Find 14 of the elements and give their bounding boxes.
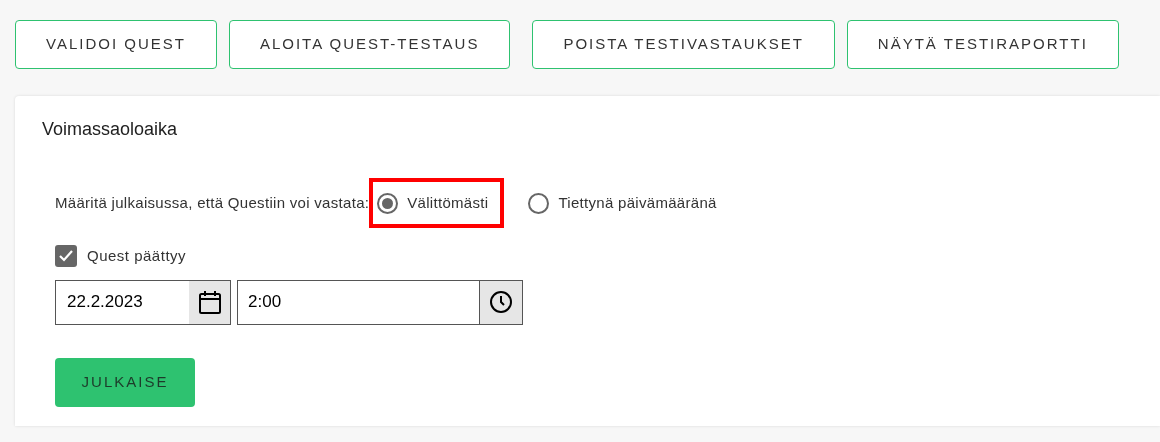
radio-option[interactable]: Välittömästi	[369, 178, 505, 228]
toolbar-button[interactable]: NÄYTÄ TESTIRAPORTTI	[846, 20, 1119, 69]
checkbox[interactable]	[55, 245, 77, 268]
checkbox-label: Quest päättyy	[87, 246, 187, 266]
toolbar-button[interactable]: VALIDOI QUEST	[15, 20, 217, 69]
time-field[interactable]: 2:00	[237, 279, 479, 325]
check-icon	[58, 249, 74, 264]
radio-option[interactable]: Tiettynä päivämääränä	[504, 178, 733, 228]
clock-icon[interactable]	[479, 279, 523, 325]
section-title: Voimassaoloaika	[42, 118, 178, 141]
publish-button[interactable]: JULKAISE	[55, 357, 195, 407]
prompt-text: Määritä julkaisussa, että Questiin voi vastata:	[55, 192, 370, 213]
toolbar-button[interactable]: ALOITA QUEST-TESTAUS	[228, 20, 511, 69]
toolbar-button[interactable]: POISTA TESTIVASTAUKSET	[532, 20, 835, 69]
